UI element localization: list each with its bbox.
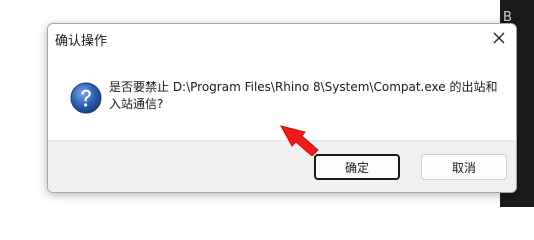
question-icon: [70, 82, 102, 114]
ok-button[interactable]: 确定: [314, 154, 400, 180]
dialog-title: 确认操作: [55, 34, 108, 49]
close-button[interactable]: [482, 24, 516, 52]
cancel-button[interactable]: 取消: [421, 154, 507, 180]
dialog-message: 是否要禁止 D:\Program Files\Rhino 8\System\Co…: [109, 80, 498, 111]
red-arrow-icon: [280, 125, 319, 156]
confirm-dialog: 确认操作 是否要禁止 D:\Program Files\Rhino 8\Syst…: [47, 23, 517, 193]
close-icon: [493, 32, 505, 44]
dialog-titlebar[interactable]: 确认操作: [48, 24, 516, 52]
